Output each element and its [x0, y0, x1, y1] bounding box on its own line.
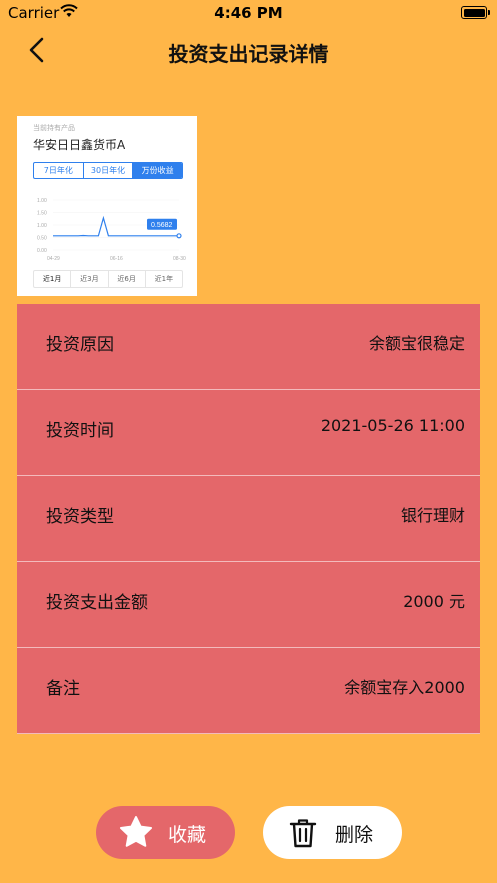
chart-period-tabs: 近1月 近3月 近6月 近1年 — [33, 270, 183, 288]
page-title: 投资支出记录详情 — [168, 42, 329, 66]
y-tick-label: 1.50 — [37, 211, 47, 217]
detail-value: 余额宝很稳定 — [368, 334, 465, 353]
favorite-label: 收藏 — [168, 824, 207, 846]
clock: 4:46 PM — [214, 4, 283, 22]
trash-icon — [289, 819, 317, 848]
product-image[interactable]: 当前持有产品 华安日日鑫货币A 7日年化 30日年化 万份收益 1.00 1.50… — [17, 116, 197, 296]
detail-label: 投资原因 — [46, 335, 114, 355]
detail-label: 备注 — [46, 679, 80, 699]
detail-value: 银行理财 — [400, 506, 465, 525]
period-6m: 近6月 — [109, 271, 146, 287]
detail-row-note: 备注 余额宝存入2000 — [17, 648, 480, 734]
segment-7day: 7日年化 — [34, 163, 84, 178]
navigation-bar: 投资支出记录详情 — [0, 26, 497, 74]
detail-list: 投资原因 余额宝很稳定 投资时间 2021-05-26 11:00 投资类型 银… — [17, 304, 480, 734]
status-bar: Carrier 4:46 PM — [0, 0, 497, 26]
detail-value: 余额宝存入2000 — [344, 678, 465, 697]
detail-label: 投资类型 — [46, 507, 114, 527]
detail-row-amount: 投资支出金额 2000 元 — [17, 562, 480, 648]
period-1m: 近1月 — [34, 271, 72, 287]
x-tick-label: 08-30 — [173, 256, 186, 262]
segment-30day: 30日年化 — [84, 163, 134, 178]
delete-label: 删除 — [335, 824, 374, 846]
y-tick-label: 0.50 — [37, 236, 47, 242]
period-3m: 近3月 — [71, 271, 109, 287]
delete-button[interactable]: 删除 — [263, 806, 402, 859]
detail-row-type: 投资类型 银行理财 — [17, 476, 480, 562]
star-icon — [120, 816, 152, 847]
x-tick-label: 04-29 — [47, 256, 60, 262]
detail-value: 2000 元 — [403, 592, 465, 611]
y-tick-label: 0.00 — [37, 248, 47, 254]
y-tick-label: 1.00 — [37, 223, 47, 229]
card-title: 华安日日鑫货币A — [33, 138, 126, 152]
period-1y: 近1年 — [154, 275, 174, 283]
detail-row-time: 投资时间 2021-05-26 11:00 — [17, 390, 480, 476]
segment-income: 万份收益 — [133, 163, 182, 178]
battery-icon — [461, 6, 490, 19]
y-tick-label: 1.00 — [37, 198, 47, 204]
x-tick-label: 06-16 — [110, 256, 123, 262]
detail-label: 投资时间 — [46, 421, 114, 441]
favorite-button[interactable]: 收藏 — [96, 806, 235, 859]
detail-row-reason: 投资原因 余额宝很稳定 — [17, 304, 480, 390]
chart-end-point — [176, 233, 182, 239]
card-subtitle: 当前持有产品 — [33, 124, 75, 132]
detail-label: 投资支出金额 — [46, 593, 148, 613]
detail-value: 2021-05-26 11:00 — [320, 416, 465, 435]
chart-value-label: 0.5682 — [151, 222, 173, 229]
rate-segment-control: 7日年化 30日年化 万份收益 — [33, 162, 183, 179]
